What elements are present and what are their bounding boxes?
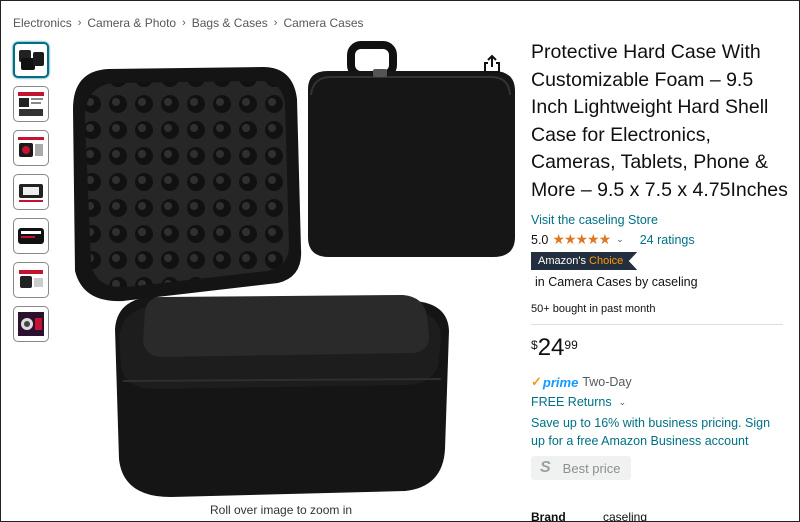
- brand-value: caseling: [603, 510, 648, 522]
- breadcrumb-camera-photo[interactable]: Camera & Photo: [87, 16, 176, 30]
- chevron-down-icon[interactable]: ⌄: [616, 234, 624, 245]
- badge-prefix: Amazon's: [538, 255, 586, 267]
- thumbnail-5[interactable]: [13, 218, 49, 254]
- s-logo-icon: S: [540, 459, 551, 476]
- case-infographic-image: [18, 228, 44, 244]
- chevron-down-icon: ⌄: [618, 396, 627, 407]
- best-price-label: Best price: [562, 460, 621, 476]
- hard-case-image: [73, 41, 515, 497]
- business-pricing-link[interactable]: Save up to 16% with business pricing. Si…: [531, 414, 781, 450]
- prime-speed: Two-Day: [582, 375, 632, 389]
- prime-delivery: ✓ prime Two-Day: [531, 374, 793, 390]
- brand-row: Brand caseling: [531, 510, 648, 522]
- bought-count: 50+ bought in past month: [531, 303, 656, 315]
- breadcrumb-separator: ›: [273, 17, 278, 29]
- amazons-choice-badge: Amazon's Choice: [531, 252, 638, 270]
- breadcrumb-electronics[interactable]: Electronics: [13, 16, 72, 30]
- thumbnail-3[interactable]: [13, 130, 49, 166]
- product-title: Protective Hard Case With Customizable F…: [531, 41, 788, 201]
- case-infographic-image: [18, 92, 44, 116]
- thumbnail-2[interactable]: [13, 86, 49, 122]
- best-price-button[interactable]: S Best price: [531, 456, 631, 480]
- store-link[interactable]: Visit the caseling Store: [531, 213, 793, 227]
- star-rating-icon[interactable]: ★★★★★: [552, 231, 611, 248]
- breadcrumb-separator: ›: [182, 17, 186, 29]
- product-info: Protective Hard Case With Customizable F…: [531, 39, 793, 480]
- choice-category: in Camera Cases by caseling: [535, 275, 698, 289]
- product-page: Electronics › Camera & Photo › Bags & Ca…: [0, 0, 800, 522]
- divider: [531, 324, 783, 325]
- share-icon[interactable]: [479, 52, 505, 76]
- price-whole: 24: [537, 334, 565, 361]
- thumbnail-6[interactable]: [13, 262, 49, 298]
- case-infographic-image: [19, 270, 43, 288]
- thumbnail-4[interactable]: [13, 174, 49, 210]
- free-returns-label: FREE Returns: [531, 395, 612, 409]
- prime-logo: prime: [542, 374, 579, 390]
- share-icon-glyph: [484, 54, 500, 73]
- price: $ 24 99: [531, 335, 793, 361]
- case-infographic-image: [18, 312, 44, 336]
- breadcrumb: Electronics › Camera & Photo › Bags & Ca…: [13, 16, 364, 30]
- rating-row: 5.0 ★★★★★ ⌄ 24 ratings: [531, 231, 793, 248]
- case-infographic-image: [18, 137, 44, 157]
- thumbnail-7[interactable]: [13, 306, 49, 342]
- breadcrumb-camera-cases[interactable]: Camera Cases: [283, 16, 363, 30]
- main-product-image[interactable]: [53, 39, 523, 501]
- case-infographic-image: [19, 184, 43, 202]
- brand-label: Brand: [531, 510, 566, 522]
- breadcrumb-separator: ›: [77, 17, 82, 29]
- thumbnail-list: [13, 42, 51, 350]
- free-returns-link[interactable]: FREE Returns ⌄: [531, 395, 793, 409]
- zoom-hint: Roll over image to zoom in: [210, 503, 353, 517]
- badge-accent: Choice: [589, 255, 624, 267]
- breadcrumb-bags-cases[interactable]: Bags & Cases: [192, 16, 268, 30]
- thumbnail-1[interactable]: [13, 42, 49, 78]
- rating-value: 5.0: [531, 232, 549, 247]
- check-icon: ✓: [531, 374, 542, 389]
- price-fraction: 99: [564, 338, 578, 352]
- ratings-count-link[interactable]: 24 ratings: [640, 233, 695, 247]
- price-symbol: $: [531, 338, 538, 352]
- case-thumbnail-image: [19, 50, 44, 70]
